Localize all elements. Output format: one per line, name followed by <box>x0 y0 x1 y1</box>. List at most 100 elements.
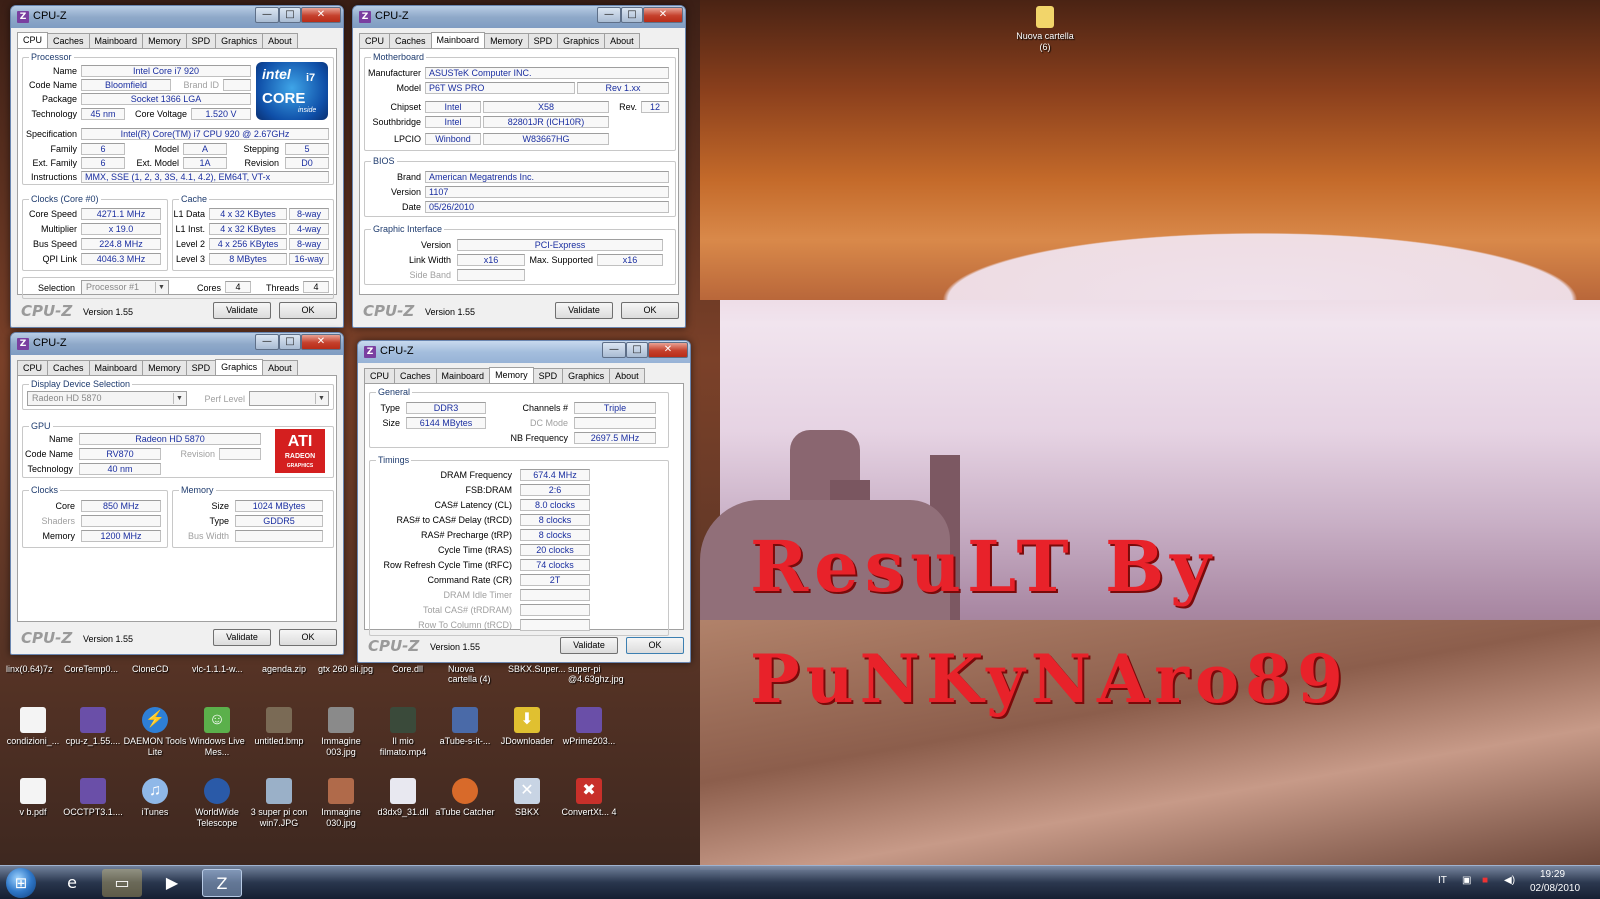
minimize-button[interactable]: — <box>597 7 621 23</box>
tab-spd[interactable]: SPD <box>532 368 564 383</box>
desktop-folder[interactable]: Nuova cartella (6) <box>1012 6 1078 53</box>
validate-button[interactable]: Validate <box>560 637 618 654</box>
perf-level-select[interactable]: ▼ <box>249 391 329 406</box>
tab-caches[interactable]: Caches <box>389 33 432 48</box>
language-indicator[interactable]: IT <box>1438 875 1447 886</box>
tab-memory[interactable]: Memory <box>142 360 187 375</box>
cpuz-window-cpu[interactable]: Z CPU-Z — □ ✕ CPU Caches Mainboard Memor… <box>10 5 344 328</box>
tab-mainboard[interactable]: Mainboard <box>88 33 144 48</box>
desktop-icon[interactable]: ☺ Windows Live Mes... <box>184 707 250 758</box>
cpuz-window-graphics[interactable]: Z CPU-Z — □ ✕ CPU Caches Mainboard Memor… <box>10 332 344 655</box>
validate-button[interactable]: Validate <box>213 629 271 646</box>
desktop-icon[interactable]: WorldWide Telescope <box>184 778 250 829</box>
desktop-icon-label[interactable]: super-pi @4.63ghz.jpg <box>568 664 628 684</box>
minimize-button[interactable]: — <box>255 7 279 23</box>
close-button[interactable]: ✕ <box>643 7 683 23</box>
tab-graphics[interactable]: Graphics <box>215 33 264 48</box>
desktop-icon[interactable]: ✖ ConvertXt... 4 <box>556 778 622 818</box>
desktop-icon[interactable]: OCCTPT3.1.... <box>60 778 126 818</box>
desktop-icon[interactable]: v b.pdf <box>0 778 66 818</box>
desktop-icon[interactable]: Immagine 030.jpg <box>308 778 374 829</box>
validate-button[interactable]: Validate <box>555 302 613 319</box>
desktop-icon-label[interactable]: SBKX.Super... <box>508 664 566 674</box>
taskbar-cpuz-icon[interactable]: Z <box>202 869 242 897</box>
volume-icon[interactable]: ◀) <box>1504 875 1515 886</box>
desktop-icon-label[interactable]: CloneCD <box>132 664 169 674</box>
internet-explorer-icon[interactable]: e <box>52 869 92 897</box>
desktop-icon-label[interactable]: Nuova cartella (4) <box>448 664 498 684</box>
desktop-icon[interactable]: 3 super pi con win7.JPG <box>246 778 312 829</box>
desktop-icon[interactable]: ⚡ DAEMON Tools Lite <box>122 707 188 758</box>
tab-about[interactable]: About <box>609 368 645 383</box>
desktop-icon[interactable]: ✕ SBKX <box>494 778 560 818</box>
desktop-icon-label[interactable]: CoreTemp0... <box>64 664 118 674</box>
tab-memory[interactable]: Memory <box>489 367 534 383</box>
windows-start-icon[interactable]: ⊞ <box>6 868 36 898</box>
tab-about[interactable]: About <box>262 360 298 375</box>
desktop-icon-label[interactable]: vlc-1.1.1-w... <box>192 664 243 674</box>
desktop-icon[interactable]: ♫ iTunes <box>122 778 188 818</box>
desktop-icon[interactable]: untitled.bmp <box>246 707 312 747</box>
desktop-icon[interactable]: condizioni_... <box>0 707 66 747</box>
tab-spd[interactable]: SPD <box>527 33 559 48</box>
desktop-icon[interactable]: cpu-z_1.55.... <box>60 707 126 747</box>
processor-select[interactable]: Processor #1 ▼ <box>81 280 169 295</box>
desktop-icon[interactable]: aTube Catcher <box>432 778 498 818</box>
tab-caches[interactable]: Caches <box>394 368 437 383</box>
validate-button[interactable]: Validate <box>213 302 271 319</box>
tab-spd[interactable]: SPD <box>185 33 217 48</box>
minimize-button[interactable]: — <box>255 334 279 350</box>
title-bar[interactable]: Z CPU-Z — □ ✕ <box>353 6 685 28</box>
cpuz-window-mainboard[interactable]: Z CPU-Z — □ ✕ CPU Caches Mainboard Memor… <box>352 5 686 328</box>
desktop-icon-label[interactable]: linx(0.64)7z <box>6 664 53 674</box>
tab-mainboard[interactable]: Mainboard <box>88 360 144 375</box>
close-button[interactable]: ✕ <box>301 7 341 23</box>
tab-graphics[interactable]: Graphics <box>557 33 606 48</box>
cpuz-window-memory[interactable]: Z CPU-Z — □ ✕ CPU Caches Mainboard Memor… <box>357 340 691 663</box>
title-bar[interactable]: Z CPU-Z — □ ✕ <box>11 6 343 28</box>
tab-cpu[interactable]: CPU <box>359 33 391 48</box>
ok-button[interactable]: OK <box>279 302 337 319</box>
desktop-icon[interactable]: wPrime203... <box>556 707 622 747</box>
maximize-button[interactable]: □ <box>279 334 301 350</box>
tab-spd[interactable]: SPD <box>185 360 217 375</box>
tab-cpu[interactable]: CPU <box>17 32 49 48</box>
maximize-button[interactable]: □ <box>621 7 643 23</box>
tab-mainboard[interactable]: Mainboard <box>430 32 486 48</box>
ati-tray-icon[interactable]: ■ <box>1482 875 1488 886</box>
desktop-icon-label[interactable]: agenda.zip <box>262 664 306 674</box>
desktop-icon[interactable]: d3dx9_31.dll <box>370 778 436 818</box>
minimize-button[interactable]: — <box>602 342 626 358</box>
ok-button[interactable]: OK <box>279 629 337 646</box>
clock-date[interactable]: 02/08/2010 <box>1530 883 1580 894</box>
tab-mainboard[interactable]: Mainboard <box>435 368 491 383</box>
tab-cpu[interactable]: CPU <box>364 368 396 383</box>
ok-button[interactable]: OK <box>626 637 684 654</box>
media-player-icon[interactable]: ▶ <box>152 869 192 897</box>
display-device-select[interactable]: Radeon HD 5870 ▼ <box>27 391 187 406</box>
network-icon[interactable]: ▣ <box>1462 875 1471 886</box>
clock-time[interactable]: 19:29 <box>1540 869 1565 880</box>
desktop-icon[interactable]: Il mio filmato.mp4 <box>370 707 436 758</box>
close-button[interactable]: ✕ <box>648 342 688 358</box>
desktop-icon-label[interactable]: gtx 260 sli.jpg <box>318 664 373 674</box>
tab-caches[interactable]: Caches <box>47 360 90 375</box>
close-button[interactable]: ✕ <box>301 334 341 350</box>
tab-cpu[interactable]: CPU <box>17 360 49 375</box>
title-bar[interactable]: Z CPU-Z — □ ✕ <box>11 333 343 355</box>
tab-graphics[interactable]: Graphics <box>562 368 611 383</box>
desktop-icon[interactable]: ⬇ JDownloader <box>494 707 560 747</box>
maximize-button[interactable]: □ <box>626 342 648 358</box>
tab-memory[interactable]: Memory <box>142 33 187 48</box>
tab-memory[interactable]: Memory <box>484 33 529 48</box>
tab-caches[interactable]: Caches <box>47 33 90 48</box>
tab-graphics[interactable]: Graphics <box>215 359 264 375</box>
tab-about[interactable]: About <box>262 33 298 48</box>
maximize-button[interactable]: □ <box>279 7 301 23</box>
title-bar[interactable]: Z CPU-Z — □ ✕ <box>358 341 690 363</box>
desktop-icon[interactable]: Immagine 003.jpg <box>308 707 374 758</box>
tab-about[interactable]: About <box>604 33 640 48</box>
desktop-icon[interactable]: aTube-s-it-... <box>432 707 498 747</box>
desktop-icon-label[interactable]: Core.dll <box>392 664 423 674</box>
explorer-folder-icon[interactable]: ▭ <box>102 869 142 897</box>
